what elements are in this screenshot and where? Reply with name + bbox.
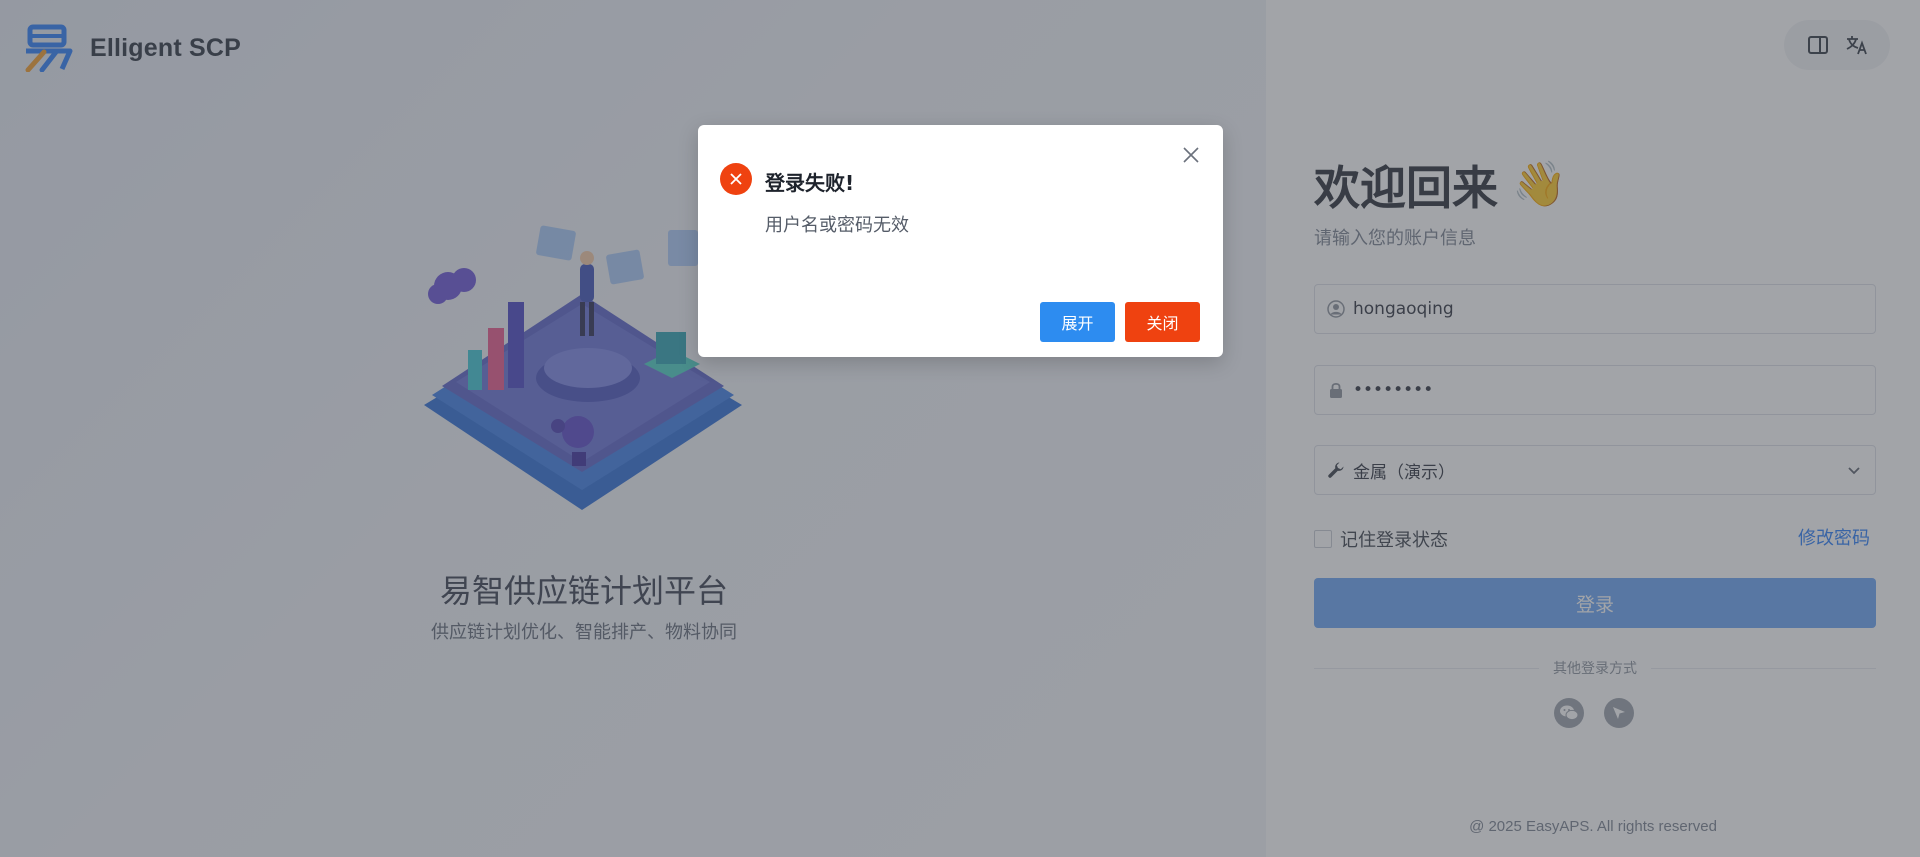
login-error-dialog: 登录失败! 用户名或密码无效 展开 关闭 xyxy=(698,125,1223,357)
dialog-title: 登录失败! xyxy=(765,171,855,195)
dialog-message: 用户名或密码无效 xyxy=(765,215,909,236)
dialog-close-button[interactable] xyxy=(1179,143,1203,167)
error-x-icon xyxy=(730,173,742,185)
error-status-icon xyxy=(720,163,752,195)
close-icon xyxy=(1183,147,1199,163)
expand-button[interactable]: 展开 xyxy=(1040,302,1115,342)
close-button[interactable]: 关闭 xyxy=(1125,302,1200,342)
